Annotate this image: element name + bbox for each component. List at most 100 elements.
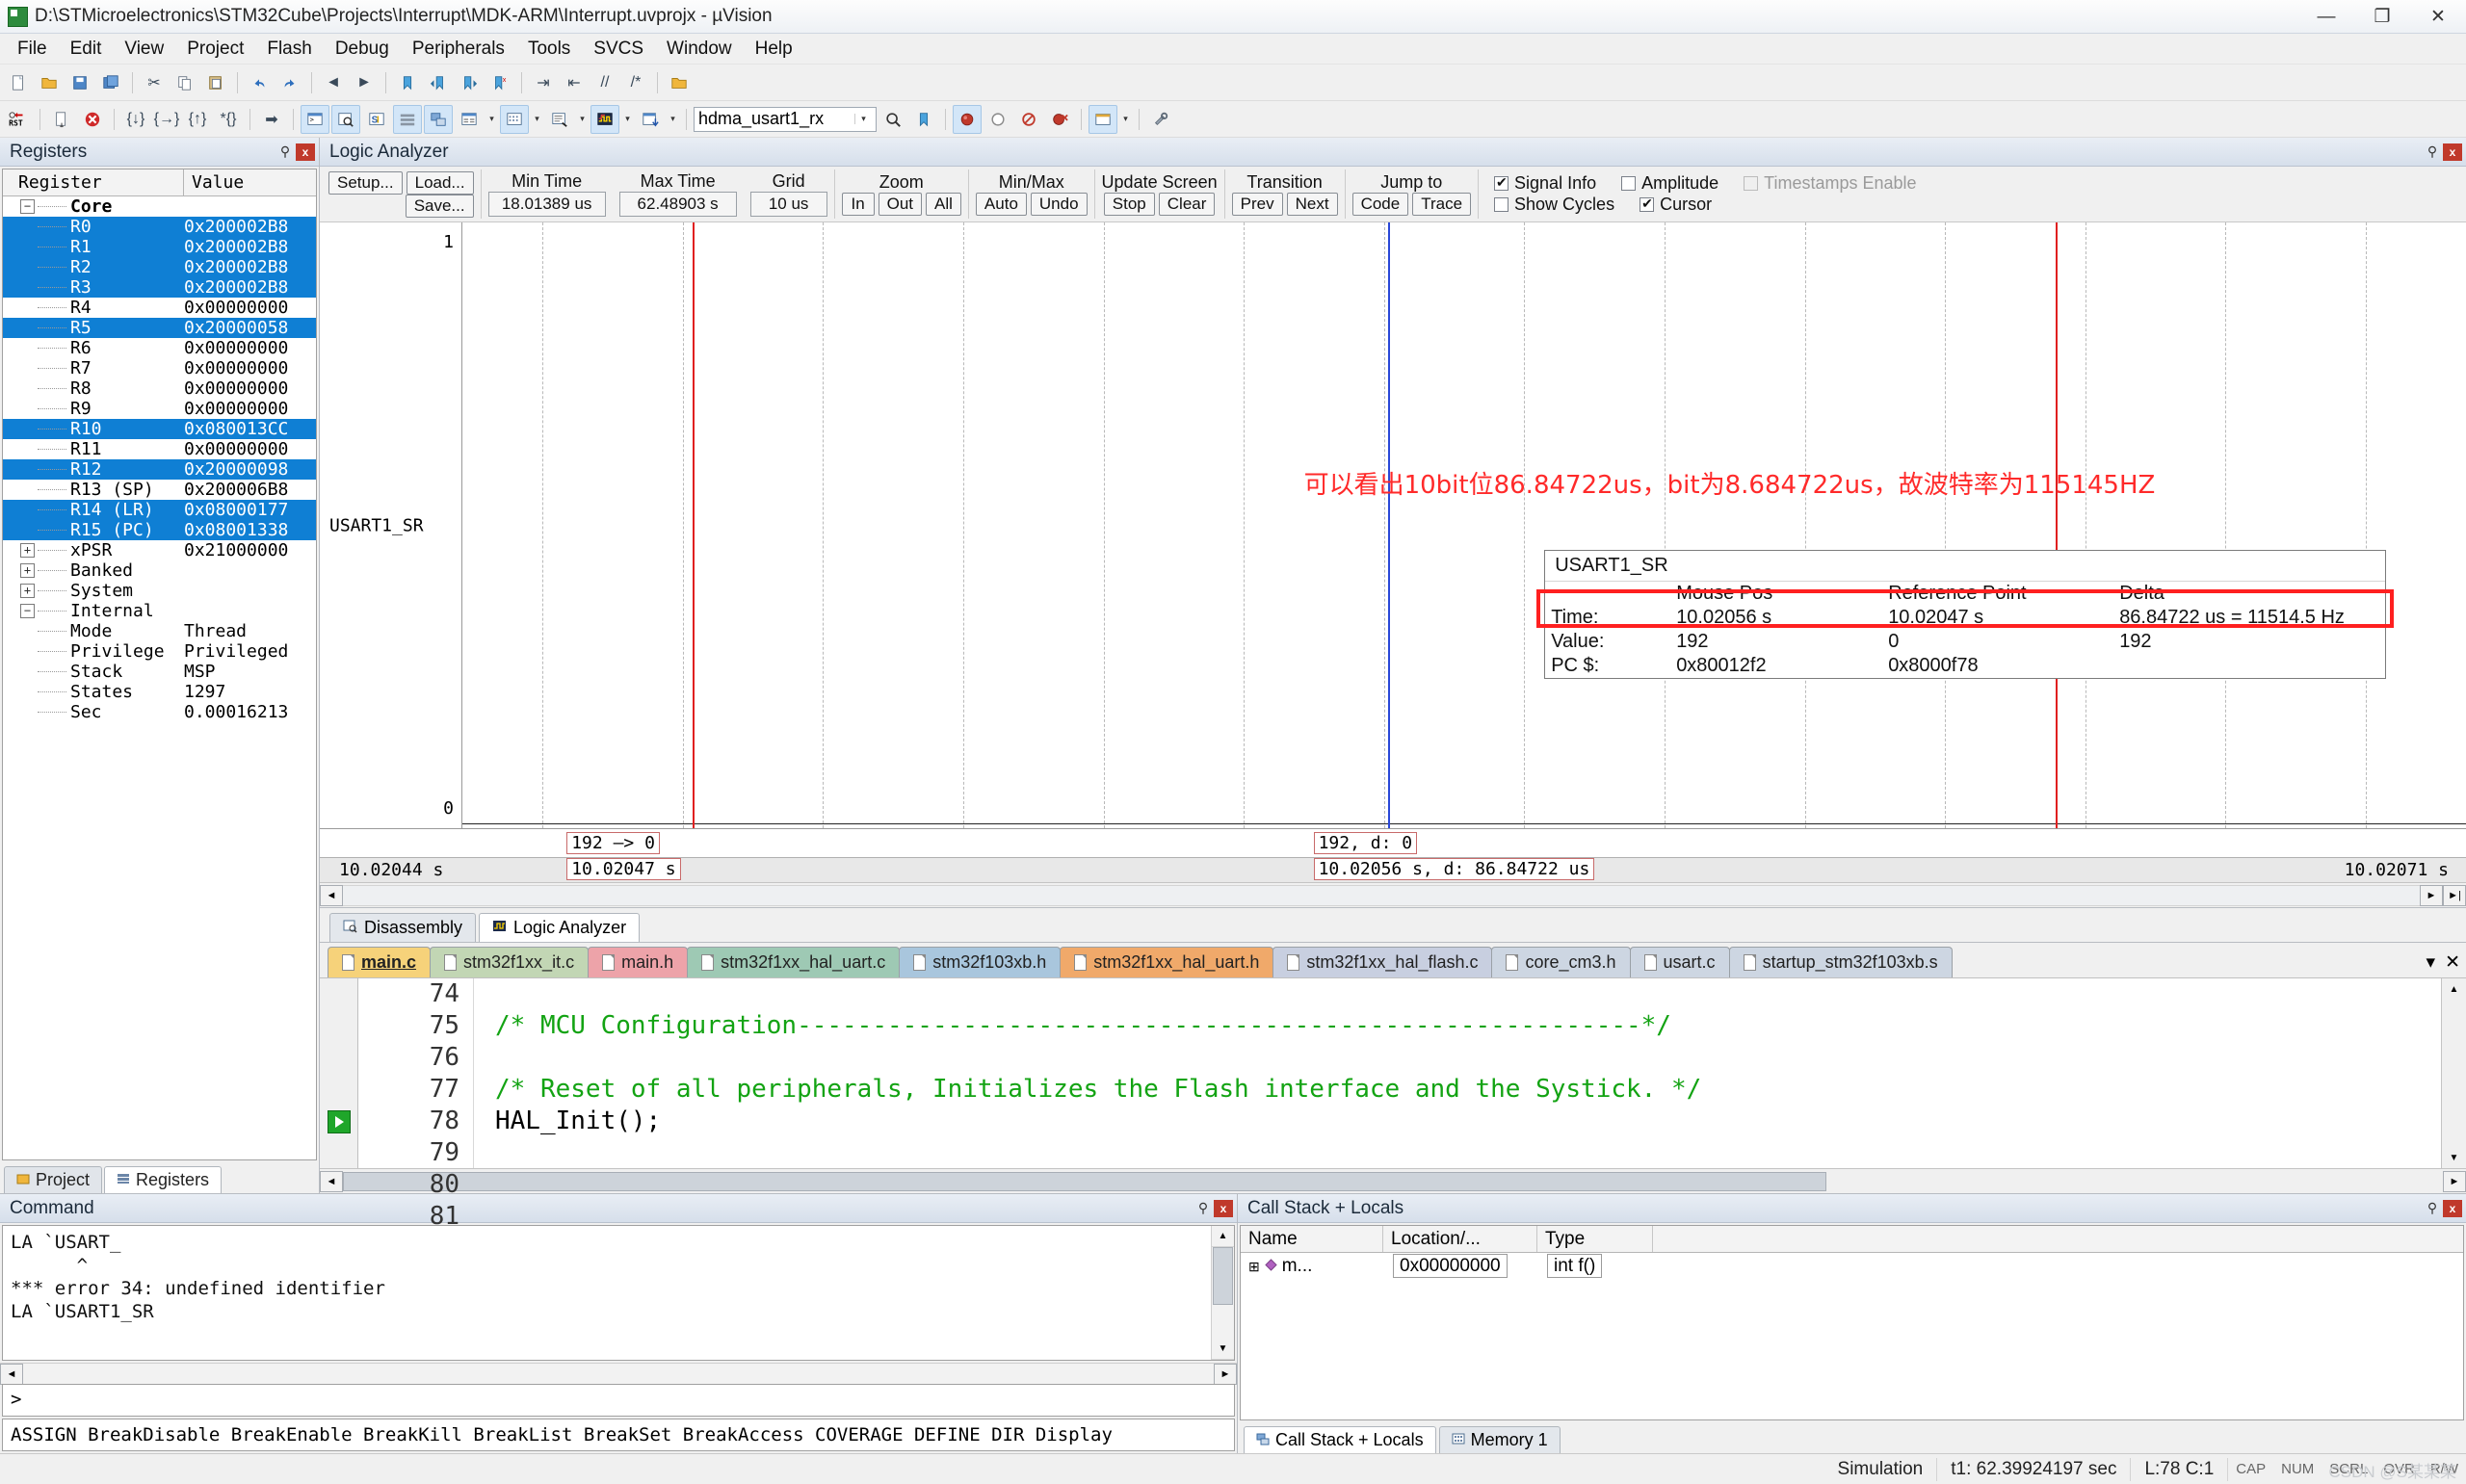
run-to-cursor-icon[interactable] xyxy=(47,105,76,134)
command-output[interactable]: LA `USART_ ^ *** error 34: undefined ide… xyxy=(2,1225,1235,1361)
table-row[interactable]: R1 0x200002B8 xyxy=(3,237,316,257)
bookmark2-icon[interactable] xyxy=(909,105,938,134)
symbol-combo-chevron-down-icon[interactable]: ▾ xyxy=(854,114,872,124)
paste-icon[interactable] xyxy=(201,68,230,97)
table-row[interactable]: R12 0x20000098 xyxy=(3,459,316,480)
tab-disassembly[interactable]: Disassembly xyxy=(329,913,477,942)
editor-tab-hal-uart-c[interactable]: stm32f1xx_hal_uart.c xyxy=(687,947,901,977)
table-row[interactable]: + xPSR 0x21000000 xyxy=(3,540,316,560)
tree-group-banked[interactable]: + Banked xyxy=(3,560,316,581)
system-expander-icon[interactable]: + xyxy=(20,584,35,598)
maximize-button[interactable]: ❐ xyxy=(2354,0,2410,34)
serial-window-chevron-down-icon[interactable]: ▾ xyxy=(576,105,589,134)
banked-expander-icon[interactable]: + xyxy=(20,563,35,578)
table-row[interactable]: Stack MSP xyxy=(3,662,316,682)
table-row[interactable]: R0 0x200002B8 xyxy=(3,217,316,237)
memory-window-icon[interactable] xyxy=(500,104,529,134)
column-header-register[interactable]: Register xyxy=(3,169,184,195)
editor-tab-core-cm3-h[interactable]: core_cm3.h xyxy=(1491,947,1631,977)
tab-memory-1[interactable]: Memory 1 xyxy=(1438,1426,1561,1453)
disassembly-window-icon[interactable] xyxy=(331,104,360,134)
core-expander-icon[interactable]: − xyxy=(20,199,35,214)
column-header-location[interactable]: Location/... xyxy=(1383,1226,1537,1252)
new-file-icon[interactable] xyxy=(4,68,33,97)
tab-registers[interactable]: Registers xyxy=(104,1166,223,1193)
indent-icon[interactable]: ⇥ xyxy=(529,68,558,97)
redo-icon[interactable] xyxy=(275,68,304,97)
cursor-checkbox-icon[interactable] xyxy=(1640,195,1655,212)
table-row[interactable]: R4 0x00000000 xyxy=(3,298,316,318)
table-row[interactable]: ⊞ m... 0x00000000 int f() xyxy=(1241,1253,2463,1280)
cut-icon[interactable]: ✂ xyxy=(140,68,169,97)
load-button[interactable]: Load... xyxy=(406,170,474,195)
zoom-all-button[interactable]: All xyxy=(926,193,961,216)
editor-tab-hal-uart-h[interactable]: stm32f1xx_hal_uart.h xyxy=(1060,947,1274,977)
step-into-icon[interactable]: {↓} xyxy=(121,105,150,134)
step-over-icon[interactable]: {→} xyxy=(152,105,181,134)
open-file-icon[interactable] xyxy=(35,68,64,97)
expand-icon[interactable]: ⊞ xyxy=(1248,1259,1260,1275)
show-next-statement-icon[interactable]: ➡ xyxy=(257,105,286,134)
update-stop-button[interactable]: Stop xyxy=(1103,193,1155,216)
close-icon[interactable]: x xyxy=(296,143,315,161)
table-row[interactable]: Privilege Privileged xyxy=(3,641,316,662)
configuration-icon[interactable] xyxy=(1146,105,1175,134)
scrollbar-thumb[interactable] xyxy=(343,1171,1826,1191)
bookmark-next-icon[interactable] xyxy=(455,68,484,97)
menu-svcs[interactable]: SVCS xyxy=(582,35,655,64)
watch-window-chevron-down-icon[interactable]: ▾ xyxy=(485,105,498,134)
menu-edit[interactable]: Edit xyxy=(59,35,114,64)
tab-project[interactable]: Project xyxy=(4,1166,103,1193)
table-row[interactable]: R9 0x00000000 xyxy=(3,399,316,419)
bookmark-clear-icon[interactable]: x xyxy=(485,68,514,97)
scrollbar-track[interactable] xyxy=(343,884,2420,906)
call-stack-window-icon[interactable] xyxy=(424,104,453,134)
jump-trace-button[interactable]: Trace xyxy=(1412,193,1472,216)
kill-all-breakpoints-icon[interactable] xyxy=(1045,105,1074,134)
table-row[interactable]: Sec 0.00016213 xyxy=(3,702,316,722)
reset-cpu-icon[interactable]: RST xyxy=(4,105,33,134)
tree-group-system[interactable]: + System xyxy=(3,581,316,601)
trace-window-icon[interactable] xyxy=(636,105,665,134)
insert-breakpoint-icon[interactable] xyxy=(953,104,982,134)
watch-window-icon[interactable] xyxy=(455,105,484,134)
memory-window-chevron-down-icon[interactable]: ▾ xyxy=(531,105,543,134)
editor-tab-main-h[interactable]: main.h xyxy=(588,947,689,977)
close-icon[interactable]: x xyxy=(1214,1199,1233,1217)
minmax-auto-button[interactable]: Auto xyxy=(975,193,1027,216)
step-out-icon[interactable]: {↑} xyxy=(183,105,212,134)
table-row[interactable]: R11 0x00000000 xyxy=(3,439,316,459)
menu-window[interactable]: Window xyxy=(655,35,744,64)
registers-tree[interactable]: Register Value − Core R0 0x200002B8 R1 0x2… xyxy=(2,169,317,1160)
save-icon[interactable] xyxy=(66,68,94,97)
editor-tabs-chevron-down-icon[interactable]: ▾ xyxy=(2427,951,2436,974)
column-header-value[interactable]: Value xyxy=(184,169,316,195)
checkbox-cursor[interactable]: Cursor xyxy=(1640,195,1712,216)
command-window-icon[interactable]: > xyxy=(301,104,329,134)
editor-tab-stm32f103xb-h[interactable]: stm32f103xb.h xyxy=(899,947,1062,977)
menu-debug[interactable]: Debug xyxy=(324,35,401,64)
symbol-combo[interactable]: hdma_usart1_rx ▾ xyxy=(694,106,877,132)
editor-breakpoint-gutter[interactable] xyxy=(320,978,358,1168)
symbols-window-icon[interactable]: SI xyxy=(362,105,391,134)
bookmark-toggle-icon[interactable] xyxy=(393,68,422,97)
menu-project[interactable]: Project xyxy=(175,35,255,64)
minmax-undo-button[interactable]: Undo xyxy=(1030,193,1088,216)
call-stack-table[interactable]: Name Location/... Type ⊞ m... 0x00000000… xyxy=(1240,1225,2464,1420)
table-row[interactable]: R15 (PC) 0x08001338 xyxy=(3,520,316,540)
zoom-in-button[interactable]: In xyxy=(841,193,875,216)
scroll-right-icon[interactable]: ► xyxy=(2420,884,2443,906)
close-icon[interactable]: x xyxy=(2443,1199,2462,1217)
stop-debug-icon[interactable] xyxy=(78,105,107,134)
column-header-name[interactable]: Name xyxy=(1241,1226,1383,1252)
uncomment-icon[interactable]: /* xyxy=(621,68,650,97)
scroll-right-icon[interactable]: ► xyxy=(1214,1363,1237,1385)
command-input[interactable]: > xyxy=(2,1384,1235,1417)
manage-windows-icon[interactable] xyxy=(1089,104,1117,134)
transition-next-button[interactable]: Next xyxy=(1286,193,1338,216)
editor-body[interactable]: 74 75 76 77 78 79 80 81 82 /* MCU Config… xyxy=(320,977,2466,1263)
bookmark-prev-icon[interactable] xyxy=(424,68,453,97)
copy-icon[interactable] xyxy=(171,68,199,97)
scrollbar-thumb[interactable] xyxy=(1213,1247,1233,1305)
serial-window-icon[interactable] xyxy=(545,105,574,134)
